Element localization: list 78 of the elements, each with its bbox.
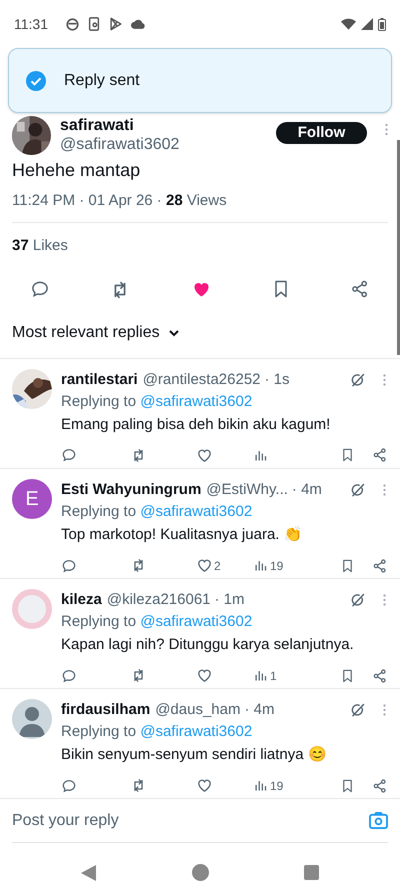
reply-text: Emang paling bisa deh bikin aku kagum!: [61, 414, 332, 434]
sort-dropdown[interactable]: Most relevant replies: [0, 321, 192, 345]
bookmark-icon[interactable]: [340, 558, 355, 574]
replying-to: Replying to @safirawati3602: [61, 722, 254, 742]
view-count: 19: [270, 778, 284, 794]
heart-icon[interactable]: [196, 446, 213, 464]
tweet-text: Hehehe mantap: [11, 159, 142, 182]
avatar-letter: E: [12, 479, 52, 519]
reply-icon[interactable]: [61, 447, 77, 463]
share-icon[interactable]: [372, 447, 388, 463]
reply-time: · 4m: [244, 700, 274, 720]
reply-handle: @rantilesta26252: [142, 370, 261, 390]
heart-icon[interactable]: [196, 777, 213, 794]
grok-icon[interactable]: [349, 592, 366, 609]
scrollbar[interactable]: [397, 140, 400, 355]
grok-icon[interactable]: [349, 482, 366, 499]
views-icon[interactable]: [253, 778, 268, 793]
reply-icon[interactable]: [61, 668, 77, 684]
replying-to: Replying to @safirawati3602: [61, 392, 254, 412]
grok-icon[interactable]: [349, 372, 366, 389]
reply-time: · 4m: [292, 480, 322, 500]
share-icon[interactable]: [372, 778, 388, 794]
reply-handle: @daus_ham: [155, 700, 240, 720]
bookmark-icon[interactable]: [340, 778, 355, 794]
view-count: 19: [270, 558, 284, 574]
check-icon: [26, 70, 46, 90]
home-icon[interactable]: [192, 864, 208, 881]
view-count: 1: [270, 668, 277, 684]
reply-handle: @kileza216061: [106, 590, 211, 610]
phone-notification-icon: [88, 17, 100, 31]
avatar: [12, 589, 52, 629]
reply-text: Kapan lagi nih? Ditunggu karya selanjutnya.: [61, 634, 355, 654]
share-icon[interactable]: [372, 668, 388, 684]
signal-icon: [361, 18, 373, 30]
reply-handle: @EstiWhy...: [206, 480, 288, 500]
status-time: 11:31: [14, 14, 48, 34]
reply-icon[interactable]: [61, 778, 77, 794]
reply-author: rantilestari: [61, 370, 138, 390]
heart-icon[interactable]: [196, 557, 213, 574]
wifi-icon: [341, 18, 356, 30]
toast-message: Reply sent: [64, 70, 140, 90]
replying-to: Replying to @safirawati3602: [61, 612, 254, 632]
tweet-meta: 11:24 PM · 01 Apr 26 · 28 Views: [11, 191, 228, 211]
replying-to: Replying to @safirawati3602: [61, 502, 254, 522]
mention-link[interactable]: @safirawati3602: [140, 392, 252, 410]
cloud-icon: [131, 19, 145, 29]
like-count: 2: [214, 558, 221, 574]
back-icon[interactable]: [81, 864, 96, 880]
views-icon[interactable]: [253, 558, 268, 573]
play-store-icon: [109, 17, 122, 31]
reply-icon[interactable]: [61, 558, 77, 574]
views-icon[interactable]: [253, 668, 268, 683]
reply-author: Esti Wahyuningrum: [61, 480, 202, 500]
share-icon[interactable]: [350, 279, 370, 299]
battery-icon: [378, 18, 386, 30]
app-notification-icon: [66, 18, 79, 30]
reply-text: Top markotop! Kualitasnya juara. 👏: [61, 524, 304, 544]
mention-link[interactable]: @safirawati3602: [140, 502, 252, 520]
reply-text: Bikin senyum-senyum sendiri liatnya 😊: [61, 744, 328, 764]
heart-icon[interactable]: [196, 667, 213, 684]
mention-link[interactable]: @safirawati3602: [140, 722, 252, 740]
bookmark-icon[interactable]: [340, 447, 355, 463]
bookmark-icon[interactable]: [340, 668, 355, 684]
mention-link[interactable]: @safirawati3602: [140, 612, 252, 630]
author-name: safirawati: [60, 116, 135, 134]
avatar-silhouette-icon: [12, 699, 52, 739]
camera-icon[interactable]: [369, 812, 388, 829]
likes-count: 37 Likes: [11, 236, 69, 256]
reply-time: · 1s: [264, 370, 290, 390]
share-icon[interactable]: [372, 558, 388, 574]
reply-time: · 1m: [214, 590, 245, 610]
reply-author: kileza: [61, 590, 102, 610]
reply-icon[interactable]: [30, 279, 50, 299]
author-handle: @safirawati3602: [60, 134, 180, 154]
reply-author: firdausilham: [61, 700, 150, 720]
reply-input[interactable]: Post your reply: [12, 808, 369, 832]
follow-button[interactable]: Follow: [276, 122, 367, 144]
grok-icon[interactable]: [349, 702, 366, 719]
